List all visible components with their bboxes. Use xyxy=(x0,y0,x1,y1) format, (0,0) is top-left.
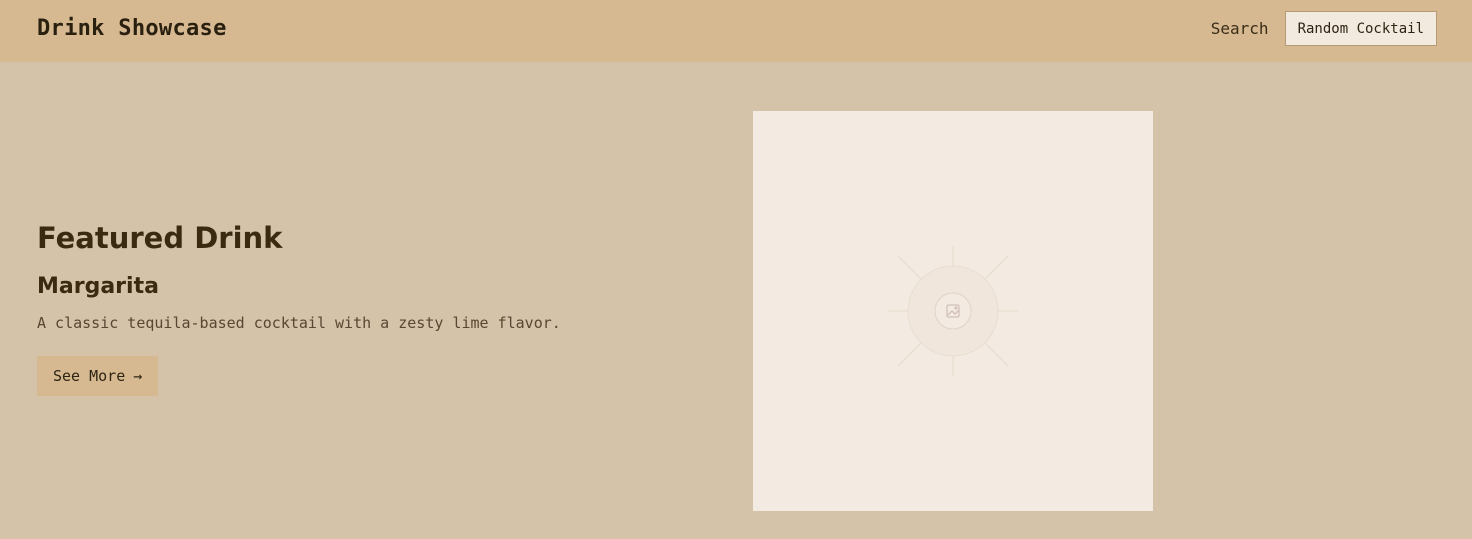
brand-title[interactable]: Drink Showcase xyxy=(37,16,227,41)
arrow-right-icon: → xyxy=(133,367,143,385)
top-header: Drink Showcase Search Random Cocktail xyxy=(0,0,1472,62)
random-cocktail-button[interactable]: Random Cocktail xyxy=(1284,11,1437,46)
drink-description: A classic tequila-based cocktail with a … xyxy=(37,314,561,332)
drink-name: Margarita xyxy=(37,274,159,299)
search-link[interactable]: Search xyxy=(1211,19,1269,38)
section-title: Featured Drink xyxy=(37,221,283,255)
drink-image-placeholder xyxy=(753,111,1153,511)
image-placeholder-icon xyxy=(888,246,1018,376)
see-more-button[interactable]: See More → xyxy=(37,356,159,396)
top-nav: Search Random Cocktail xyxy=(1211,11,1437,46)
see-more-label: See More xyxy=(53,367,126,385)
featured-section: Featured Drink Margarita A classic tequi… xyxy=(37,218,677,396)
